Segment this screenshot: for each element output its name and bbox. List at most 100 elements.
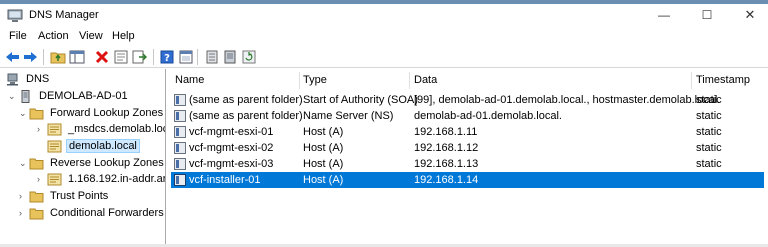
tree-label: _msdcs.demolab.local: [68, 123, 166, 135]
chevron-down-icon[interactable]: ⌄: [8, 91, 18, 102]
record-name: vcf-installer-01: [189, 174, 261, 186]
record-icon: [174, 126, 186, 138]
tree-label: Conditional Forwarders: [50, 207, 164, 219]
chevron-right-icon[interactable]: ›: [19, 208, 29, 218]
record-icon: [174, 158, 186, 170]
record-type: Start of Authority (SOA): [303, 94, 418, 106]
console-tree: DNS ⌄ DEMOLAB-AD-01 ⌄ Forward Lookup Zon…: [0, 69, 166, 244]
tree-label: demolab.local: [66, 139, 140, 153]
column-divider[interactable]: [691, 72, 692, 89]
record-name: vcf-mgmt-esxi-01: [189, 126, 274, 138]
record-timestamp: static: [696, 158, 722, 170]
record-row[interactable]: vcf-mgmt-esxi-03 Host (A) 192.168.1.13 s…: [171, 156, 764, 172]
title-bar: DNS Manager — ☐ ✕: [0, 4, 768, 28]
record-timestamp: static: [696, 110, 722, 122]
folder-icon: [29, 191, 44, 202]
record-row[interactable]: (same as parent folder) Name Server (NS)…: [171, 108, 764, 124]
column-header-type[interactable]: Type: [303, 74, 327, 86]
zone-icon: [47, 140, 62, 152]
window-title: DNS Manager: [29, 9, 99, 21]
record-row[interactable]: (same as parent folder) Start of Authori…: [171, 92, 764, 108]
toolbar-separator: [43, 49, 44, 65]
record-type: Name Server (NS): [303, 110, 394, 122]
tree-label: DNS: [26, 73, 50, 85]
record-data: 192.168.1.13: [414, 158, 479, 170]
menu-file[interactable]: File: [9, 30, 27, 42]
record-timestamp: static: [696, 142, 722, 154]
column-divider[interactable]: [299, 72, 300, 89]
tree-item-trust-points[interactable]: › Trust Points: [19, 188, 110, 204]
menu-help[interactable]: Help: [112, 30, 135, 42]
back-arrow-icon[interactable]: [4, 49, 21, 65]
dns-root-icon: [7, 73, 18, 85]
toolbar: ?: [0, 46, 768, 68]
record-data: 192.168.1.14: [414, 174, 479, 186]
tree-item-reverse-zone[interactable]: › 1.168.192.in-addr.arpa: [37, 171, 165, 187]
column-header-timestamp[interactable]: Timestamp: [696, 74, 750, 86]
maximize-button[interactable]: ☐: [690, 5, 724, 25]
tree-item-forward-lookup-zones[interactable]: ⌄ Forward Lookup Zones: [19, 105, 165, 121]
record-type: Host (A): [303, 158, 344, 170]
chevron-right-icon[interactable]: ›: [37, 174, 47, 184]
tree-label: 1.168.192.in-addr.arpa: [68, 173, 165, 185]
close-button[interactable]: ✕: [733, 5, 767, 25]
tree-item-demolab-zone[interactable]: demolab.local: [47, 138, 140, 154]
folder-icon: [29, 208, 44, 219]
help-icon[interactable]: ?: [158, 49, 175, 65]
tree-label: Forward Lookup Zones: [50, 107, 164, 119]
record-name: vcf-mgmt-esxi-03: [189, 158, 274, 170]
svg-text:?: ?: [164, 53, 170, 64]
column-divider[interactable]: [409, 72, 410, 89]
up-folder-icon[interactable]: [49, 49, 66, 65]
zone-icon: [47, 173, 62, 185]
tree-label: Trust Points: [50, 190, 109, 202]
server-list-icon[interactable]: [203, 49, 220, 65]
chevron-right-icon[interactable]: ›: [19, 191, 29, 201]
properties-icon[interactable]: [112, 49, 129, 65]
record-name: (same as parent folder): [189, 94, 303, 106]
record-type: Host (A): [303, 142, 344, 154]
tree-item-dns[interactable]: DNS: [5, 71, 51, 87]
record-icon: [174, 94, 186, 106]
tree-label: DEMOLAB-AD-01: [39, 90, 128, 102]
tree-label: Reverse Lookup Zones: [50, 157, 164, 169]
record-icon: [174, 174, 186, 186]
folder-icon: [29, 158, 44, 169]
record-timestamp: static: [696, 94, 722, 106]
dns-manager-window: DNS Manager — ☐ ✕ File Action View Help: [0, 0, 768, 247]
column-header-name[interactable]: Name: [175, 74, 204, 86]
chevron-right-icon[interactable]: ›: [37, 124, 47, 134]
record-row[interactable]: vcf-mgmt-esxi-02 Host (A) 192.168.1.12 s…: [171, 140, 764, 156]
record-name: vcf-mgmt-esxi-02: [189, 142, 274, 154]
show-hide-console-tree-icon[interactable]: [68, 49, 85, 65]
server-icon[interactable]: [221, 49, 238, 65]
record-data: 192.168.1.12: [414, 142, 479, 154]
folder-icon: [29, 108, 44, 119]
tree-item-conditional-forwarders[interactable]: › Conditional Forwarders: [19, 205, 165, 221]
tree-item-msdcs-zone[interactable]: › _msdcs.demolab.local: [37, 121, 166, 137]
menu-view[interactable]: View: [79, 30, 103, 42]
chevron-down-icon[interactable]: ⌄: [19, 158, 29, 169]
record-row-selected[interactable]: vcf-installer-01 Host (A) 192.168.1.14: [171, 172, 764, 188]
chevron-down-icon[interactable]: ⌄: [19, 108, 29, 119]
console-icon[interactable]: [177, 49, 194, 65]
record-row[interactable]: vcf-mgmt-esxi-01 Host (A) 192.168.1.11 s…: [171, 124, 764, 140]
refresh-icon[interactable]: [240, 49, 257, 65]
zone-icon: [47, 123, 62, 135]
record-type: Host (A): [303, 174, 344, 186]
record-name: (same as parent folder): [189, 110, 303, 122]
export-list-icon[interactable]: [131, 49, 148, 65]
record-data: [99], demolab-ad-01.demolab.local., host…: [414, 94, 721, 106]
menu-bar: File Action View Help: [0, 29, 768, 46]
delete-icon[interactable]: [93, 49, 110, 65]
forward-arrow-icon[interactable]: [22, 49, 39, 65]
tree-item-server[interactable]: ⌄ DEMOLAB-AD-01: [8, 88, 130, 104]
tree-item-reverse-lookup-zones[interactable]: ⌄ Reverse Lookup Zones: [19, 155, 165, 171]
minimize-button[interactable]: —: [647, 5, 681, 25]
column-header-data[interactable]: Data: [414, 74, 437, 86]
toolbar-separator: [197, 49, 198, 65]
record-icon: [174, 142, 186, 154]
record-data: demolab-ad-01.demolab.local.: [414, 110, 562, 122]
toolbar-separator: [153, 49, 154, 65]
menu-action[interactable]: Action: [38, 30, 69, 42]
